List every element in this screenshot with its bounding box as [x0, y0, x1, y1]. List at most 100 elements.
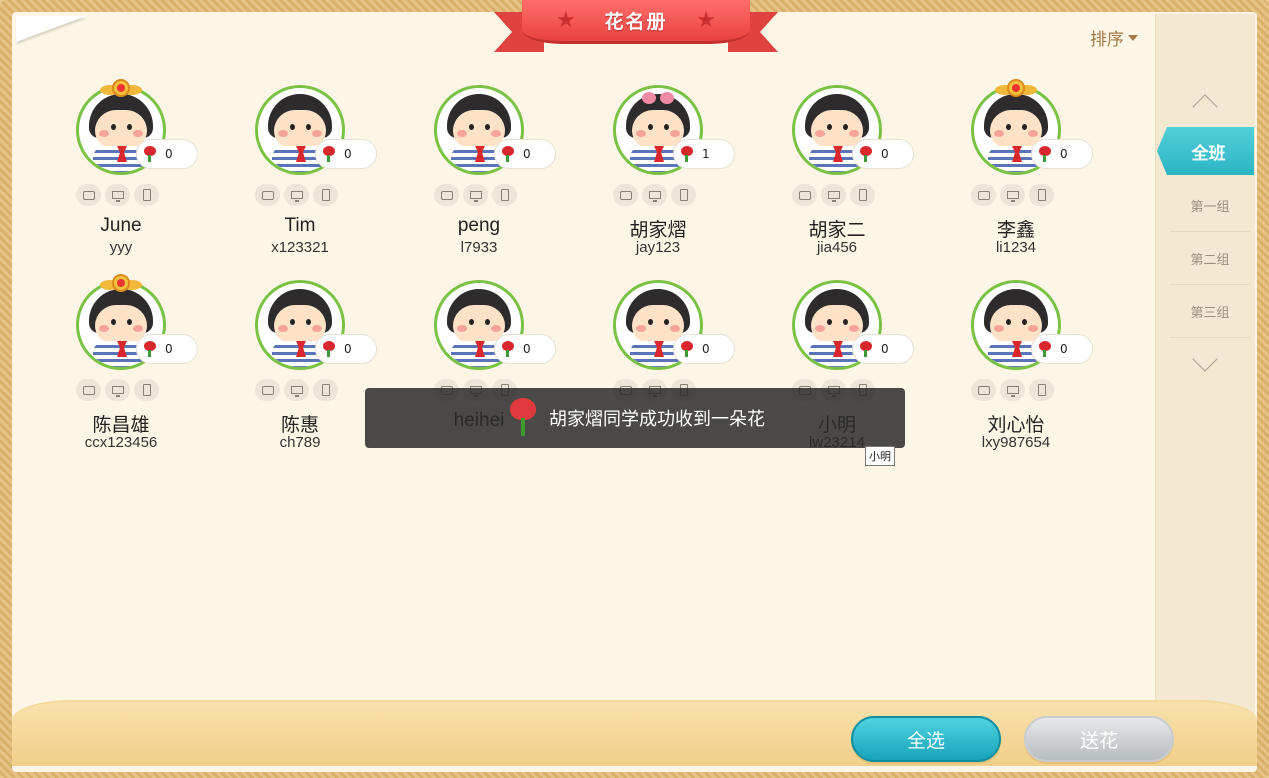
- avatar-eye: [485, 319, 490, 325]
- flower-count-value: 1: [702, 147, 710, 161]
- ribbon-body: ★ 花名册 ★: [522, 0, 750, 44]
- avatar-eye: [306, 124, 311, 130]
- avatar-eye: [127, 319, 132, 325]
- avatar-eye: [827, 319, 832, 325]
- student-card[interactable]: 0 胡家二 jia456: [792, 85, 952, 265]
- page-title: 花名册: [604, 11, 668, 33]
- caret-down-icon: [1128, 35, 1138, 41]
- flower-count-value: 0: [165, 147, 173, 161]
- phone-icon: [134, 184, 159, 206]
- avatar-eye: [843, 319, 848, 325]
- avatar-eye: [469, 124, 474, 130]
- tablet-icon: [613, 184, 638, 206]
- rose-icon: [1038, 146, 1052, 162]
- avatar-cheek: [636, 325, 646, 332]
- device-status: [971, 379, 1054, 401]
- rose-icon: [1038, 341, 1052, 357]
- chevron-down-icon[interactable]: [1192, 346, 1218, 372]
- tablet-icon: [434, 184, 459, 206]
- flower-count-value: 0: [344, 342, 352, 356]
- avatar-face: [632, 305, 684, 343]
- sort-dropdown[interactable]: 排序: [1090, 26, 1138, 50]
- flower-count: 0: [494, 139, 556, 169]
- rose-icon: [501, 146, 515, 162]
- avatar-face: [811, 305, 863, 343]
- student-card[interactable]: 1 胡家熠 jay123: [613, 85, 773, 265]
- flower-count-value: 0: [1060, 147, 1068, 161]
- device-status: [971, 184, 1054, 206]
- avatar-cheek: [312, 130, 322, 137]
- monitor-icon: [821, 184, 846, 206]
- student-card[interactable]: 0 peng l7933: [434, 85, 594, 265]
- avatar-eye: [127, 124, 132, 130]
- rose-icon: [680, 146, 694, 162]
- avatar-cheek: [1028, 325, 1038, 332]
- avatar-cheek: [849, 130, 859, 137]
- avatar-cheek: [815, 130, 825, 137]
- flower-count-value: 0: [344, 147, 352, 161]
- select-all-button[interactable]: 全选: [851, 716, 1001, 762]
- avatar-eye: [485, 124, 490, 130]
- student-id: jay123: [635, 239, 681, 256]
- tablet-icon: [76, 184, 101, 206]
- avatar-cheek: [99, 130, 109, 137]
- avatar-face: [95, 305, 147, 343]
- student-id: l7933: [460, 239, 498, 256]
- avatar-cheek: [312, 325, 322, 332]
- send-flower-button[interactable]: 送花: [1024, 716, 1174, 762]
- avatar-eye: [843, 124, 848, 130]
- avatar-eye: [1022, 319, 1027, 325]
- tab-group-2[interactable]: 第二组: [1170, 233, 1250, 285]
- student-name: 陈惠: [280, 415, 319, 436]
- tab-whole-class[interactable]: 全班: [1157, 127, 1254, 175]
- monitor-icon: [463, 184, 488, 206]
- flower-count-value: 0: [523, 342, 531, 356]
- avatar-cheek: [133, 130, 143, 137]
- student-card[interactable]: 0 陈昌雄 ccx123456: [76, 274, 236, 460]
- student-name: 刘心怡: [987, 415, 1045, 436]
- tablet-icon: [255, 184, 280, 206]
- student-card[interactable]: 0 June yyy: [76, 79, 236, 265]
- device-status: [255, 379, 338, 401]
- avatar-cheek: [99, 325, 109, 332]
- tab-group-1[interactable]: 第一组: [1170, 180, 1250, 232]
- rose-icon: [508, 398, 538, 436]
- sort-label: 排序: [1090, 29, 1124, 50]
- flower-count-value: 0: [1060, 342, 1068, 356]
- device-status: [76, 184, 159, 206]
- chevron-up-icon[interactable]: [1192, 94, 1218, 120]
- avatar-eye: [1006, 319, 1011, 325]
- tablet-icon: [255, 379, 280, 401]
- star-icon: ★: [556, 8, 576, 33]
- student-card[interactable]: 0 李鑫 li1234: [971, 79, 1131, 265]
- avatar-cheek: [457, 325, 467, 332]
- avatar-eye: [648, 124, 653, 130]
- flower-count-value: 0: [702, 342, 710, 356]
- flower-toast: 胡家熠同学成功收到一朵花: [365, 388, 905, 448]
- avatar-face: [990, 110, 1042, 148]
- avatar-eye: [1006, 124, 1011, 130]
- monitor-icon: [105, 379, 130, 401]
- monitor-icon: [105, 184, 130, 206]
- monitor-icon: [284, 379, 309, 401]
- rose-icon: [322, 341, 336, 357]
- avatar-cheek: [491, 130, 501, 137]
- avatar-eye: [664, 319, 669, 325]
- student-card[interactable]: 0 Tim x123321: [255, 85, 415, 265]
- monitor-icon: [1000, 379, 1025, 401]
- device-status: [613, 184, 696, 206]
- phone-icon: [850, 184, 875, 206]
- avatar-eye: [469, 319, 474, 325]
- avatar-cheek: [670, 325, 680, 332]
- rose-icon: [859, 341, 873, 357]
- avatar-cheek: [278, 130, 288, 137]
- avatar-cheek: [133, 325, 143, 332]
- monitor-icon: [1000, 184, 1025, 206]
- student-name: 胡家熠: [629, 220, 687, 241]
- avatar-face: [274, 305, 326, 343]
- avatar-face: [274, 110, 326, 148]
- flower-count: 0: [1031, 139, 1093, 169]
- student-card[interactable]: 0 刘心怡 lxy987654: [971, 280, 1131, 460]
- avatar-face: [632, 110, 684, 148]
- tab-group-3[interactable]: 第三组: [1170, 286, 1250, 338]
